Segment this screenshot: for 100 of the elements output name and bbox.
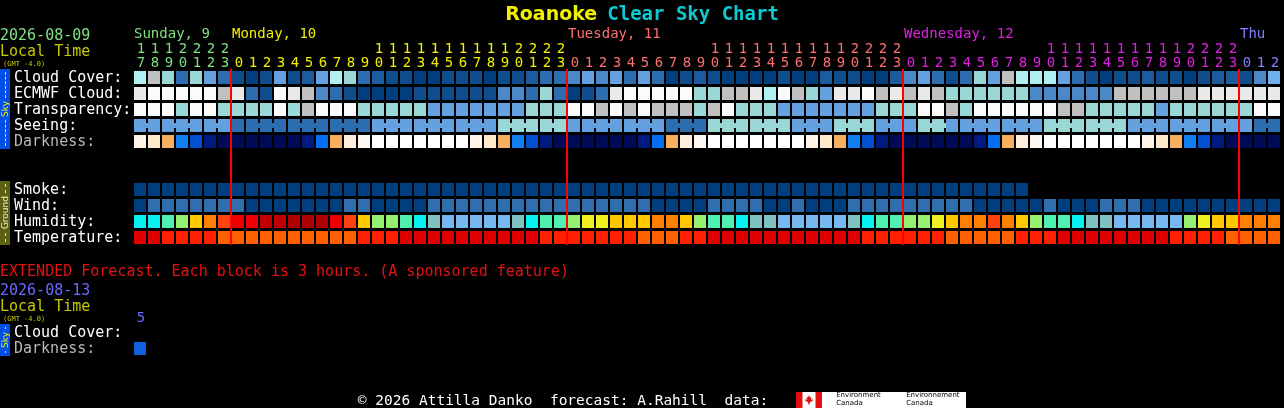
hour-label: 15 [444,41,454,69]
row-label: Smoke: [14,181,70,197]
hour-label: 20 [1186,41,1196,69]
hour-label: 22 [1214,41,1224,69]
hour-label: 5 [136,310,146,324]
day-label: Wednesday, 12 [904,26,1014,41]
location-name: Roanoke [505,2,598,24]
hour-label: 21 [528,41,538,69]
hour-label: 20 [514,41,524,69]
hour-label: 14 [1102,41,1112,69]
hour-label: 9 [360,55,370,69]
row-label: Seeing: [14,117,78,133]
hour-label: 3 [276,55,286,69]
hour-label: 13 [752,41,762,69]
hour-label: 0 [906,55,916,69]
hour-label: 6 [990,55,1000,69]
hour-label: 19 [836,41,846,69]
hour-label: 9 [1032,55,1042,69]
hour-label: 11 [724,41,734,69]
hour-label: 16 [458,41,468,69]
hour-label: 16 [1130,41,1140,69]
hour-label: 2 [262,55,272,69]
hour-label: 7 [1004,55,1014,69]
hour-label: 21 [1200,41,1210,69]
day-label: Monday, 10 [232,26,317,41]
row-label: Temperature: [14,229,124,245]
hour-label: 3 [612,55,622,69]
hour-label: 2 [1270,55,1280,69]
hour-label: 12 [738,41,748,69]
hour-label: 13 [416,41,426,69]
hour-label: 0 [234,55,244,69]
chart-title: Clear Sky Chart [607,2,779,24]
hour-label: 9 [696,55,706,69]
hour-label: 22 [542,41,552,69]
hour-label: 19 [500,41,510,69]
hour-label: 14 [430,41,440,69]
hour-label: 15 [780,41,790,69]
hour-label: 7 [332,55,342,69]
hour-label: 1 [920,55,930,69]
hour-label: 0 [1242,55,1252,69]
hour-label: 18 [1158,41,1168,69]
hour-label: 5 [976,55,986,69]
hour-label: 18 [486,41,496,69]
hour-label: 16 [794,41,804,69]
hour-label: 21 [864,41,874,69]
row-label: ECMWF Cloud: [14,85,124,101]
hour-label: 2 [598,55,608,69]
hour-label: 1 [1256,55,1266,69]
hour-label: 23 [1228,41,1238,69]
hour-label: 22 [878,41,888,69]
hour-label: 6 [654,55,664,69]
time-label: Local Time [0,298,92,314]
hour-label: 19 [164,41,174,69]
row-label: Humidity: [14,213,96,229]
hour-label: 19 [1172,41,1182,69]
hour-label: 18 [150,41,160,69]
hour-label: 14 [766,41,776,69]
hour-label: 20 [178,41,188,69]
hour-label: 5 [640,55,650,69]
row-label: Wind: [14,197,61,213]
hour-label: 17 [472,41,482,69]
row-label: Transparency: [14,101,133,117]
hour-label: 4 [290,55,300,69]
hour-label: 3 [948,55,958,69]
hour-label: 1 [248,55,258,69]
hour-label: 20 [850,41,860,69]
hour-label: 6 [318,55,328,69]
row-label: Cloud Cover: [14,69,124,85]
hour-label: 5 [304,55,314,69]
flag-icon [796,392,823,408]
row-label: Darkness: [14,133,97,149]
hour-label: 12 [1074,41,1084,69]
day-label: Tuesday, 11 [568,26,661,41]
hour-label: 18 [822,41,832,69]
hour-label: 4 [962,55,972,69]
time-label: Local Time [0,43,92,59]
credit-text: © 2026 Attilla Danko forecast: A.Rahill data: [357,392,769,408]
hour-label: 21 [192,41,202,69]
forecast-date: 2026-08-13 [0,283,92,298]
day-label: Thu [1240,26,1266,41]
extended-forecast-note: EXTENDED Forecast. Each block is 3 hours. (A sponsored feature) [0,263,570,279]
hour-label: 13 [1088,41,1098,69]
hour-label: 10 [710,41,720,69]
forecast-date: 2026-08-09 [0,28,92,43]
hour-label: 4 [626,55,636,69]
hour-label: 23 [220,41,230,69]
day-label: Sunday, 9 [134,26,210,41]
hour-label: 17 [808,41,818,69]
row-label: Cloud Cover: [14,324,124,340]
row-label: Darkness: [14,340,97,356]
hour-label: 17 [1144,41,1154,69]
hour-label: 8 [1018,55,1028,69]
hour-label: 1 [584,55,594,69]
hour-label: 12 [402,41,412,69]
hour-label: 11 [388,41,398,69]
hour-label: 10 [374,41,384,69]
hour-label: 7 [668,55,678,69]
hour-label: 0 [570,55,580,69]
hour-label: 23 [892,41,902,69]
hour-label: 2 [934,55,944,69]
